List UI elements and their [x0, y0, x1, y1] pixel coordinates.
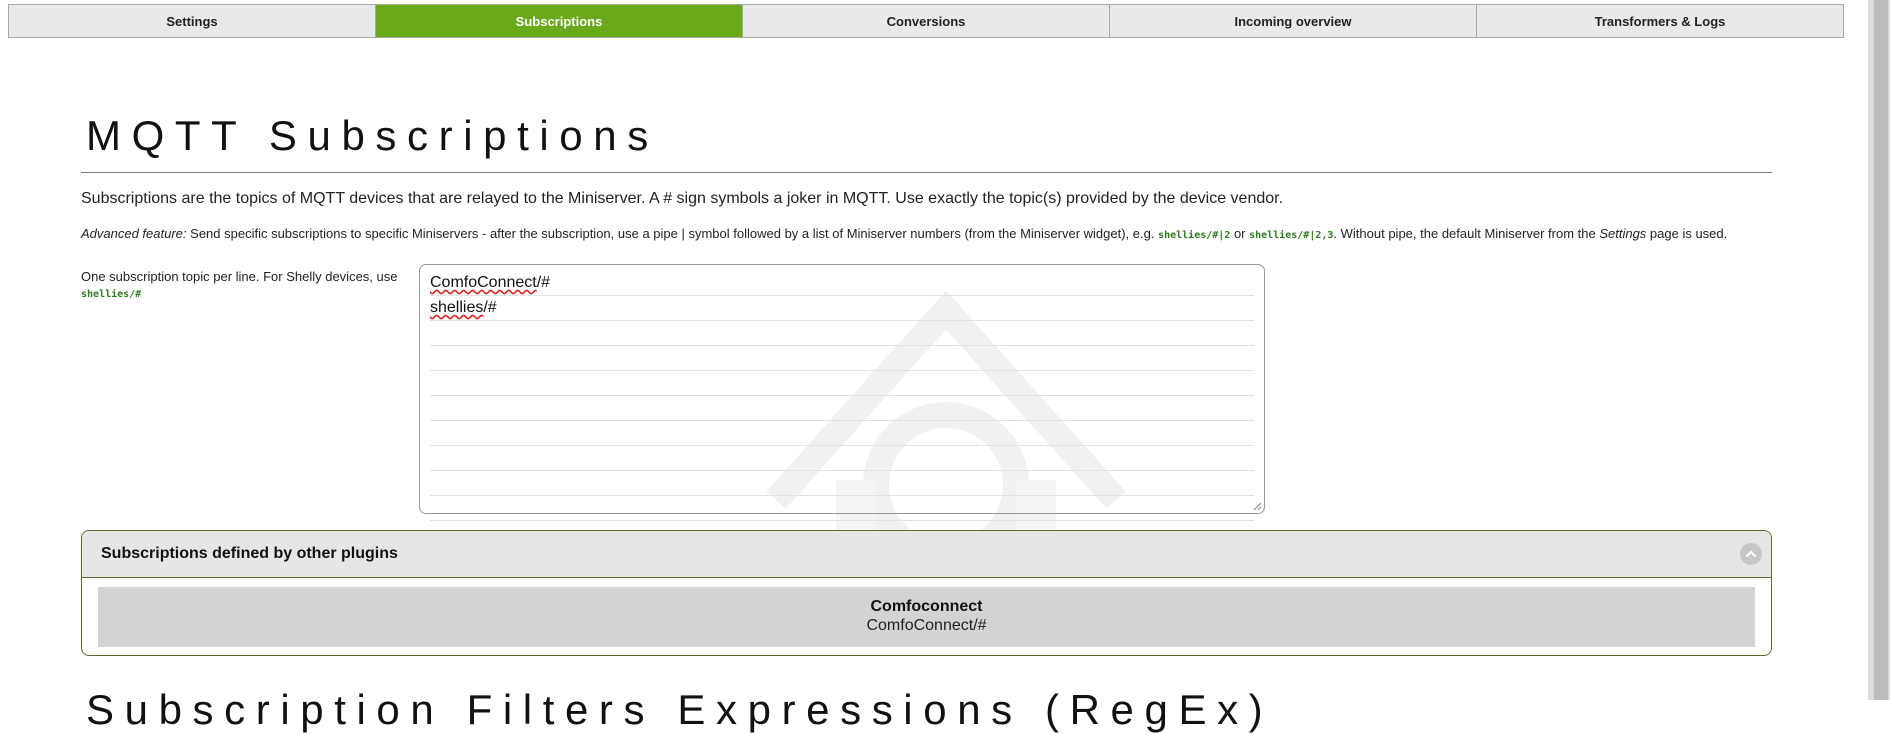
empty-line — [430, 446, 1254, 471]
resize-handle-icon[interactable] — [1252, 501, 1262, 511]
chevron-up-icon — [1745, 550, 1757, 558]
field-label-text: One subscription topic per line. For She… — [81, 269, 398, 284]
intro-text: Subscriptions are the topics of MQTT dev… — [81, 190, 1284, 207]
advanced-feature-text: Advanced feature: Send specific subscrip… — [81, 226, 1727, 241]
topics-field-label: One subscription topic per line. For She… — [81, 269, 411, 303]
tab-incoming-overview[interactable]: Incoming overview — [1110, 5, 1477, 37]
advanced-text-3: page is used. — [1646, 226, 1728, 241]
other-plugins-title: Subscriptions defined by other plugins — [101, 545, 398, 562]
page-title: MQTT Subscriptions — [86, 112, 659, 159]
empty-line — [430, 321, 1254, 346]
page-scrollbar[interactable] — [1868, 0, 1890, 700]
other-plugins-panel: Subscriptions defined by other plugins C… — [81, 530, 1772, 656]
topic-line: shellies/# — [430, 296, 1254, 321]
empty-line — [430, 471, 1254, 496]
section-heading-filters: Subscription Filters Expressions (RegEx) — [86, 686, 1274, 733]
example-code-2: shellies/#|2,3 — [1249, 230, 1334, 241]
empty-line — [430, 346, 1254, 371]
tab-settings[interactable]: Settings — [9, 5, 376, 37]
advanced-feature-label: Advanced feature: — [81, 226, 187, 241]
empty-line — [430, 421, 1254, 446]
plugin-subscription-card: Comfoconnect ComfoConnect/# — [98, 587, 1755, 647]
plugin-name: Comfoconnect — [870, 598, 983, 615]
empty-line — [430, 396, 1254, 421]
other-plugins-header[interactable]: Subscriptions defined by other plugins — [82, 531, 1771, 578]
scrollbar-thumb[interactable] — [1874, 0, 1888, 700]
advanced-or: or — [1230, 226, 1250, 241]
settings-word: Settings — [1599, 226, 1647, 241]
topic-line: ComfoConnect/# — [430, 271, 1254, 296]
empty-line — [430, 496, 1254, 521]
tab-subscriptions[interactable]: Subscriptions — [376, 5, 743, 37]
empty-line — [430, 371, 1254, 396]
field-label-code: shellies/# — [81, 289, 142, 300]
subscription-topics-textarea[interactable]: ComfoConnect/# shellies/# — [419, 264, 1265, 521]
collapse-button[interactable] — [1740, 543, 1762, 565]
tab-bar: Settings Subscriptions Conversions Incom… — [8, 4, 1844, 38]
tab-conversions[interactable]: Conversions — [743, 5, 1110, 37]
advanced-text-1: Send specific subscriptions to specific … — [186, 226, 1159, 241]
title-divider — [81, 172, 1772, 173]
tab-transformers-logs[interactable]: Transformers & Logs — [1477, 5, 1843, 37]
advanced-text-2: . Without pipe, the default Miniserver f… — [1333, 226, 1600, 241]
plugin-topic: ComfoConnect/# — [866, 617, 987, 634]
example-code-1: shellies/#|2 — [1158, 230, 1231, 241]
